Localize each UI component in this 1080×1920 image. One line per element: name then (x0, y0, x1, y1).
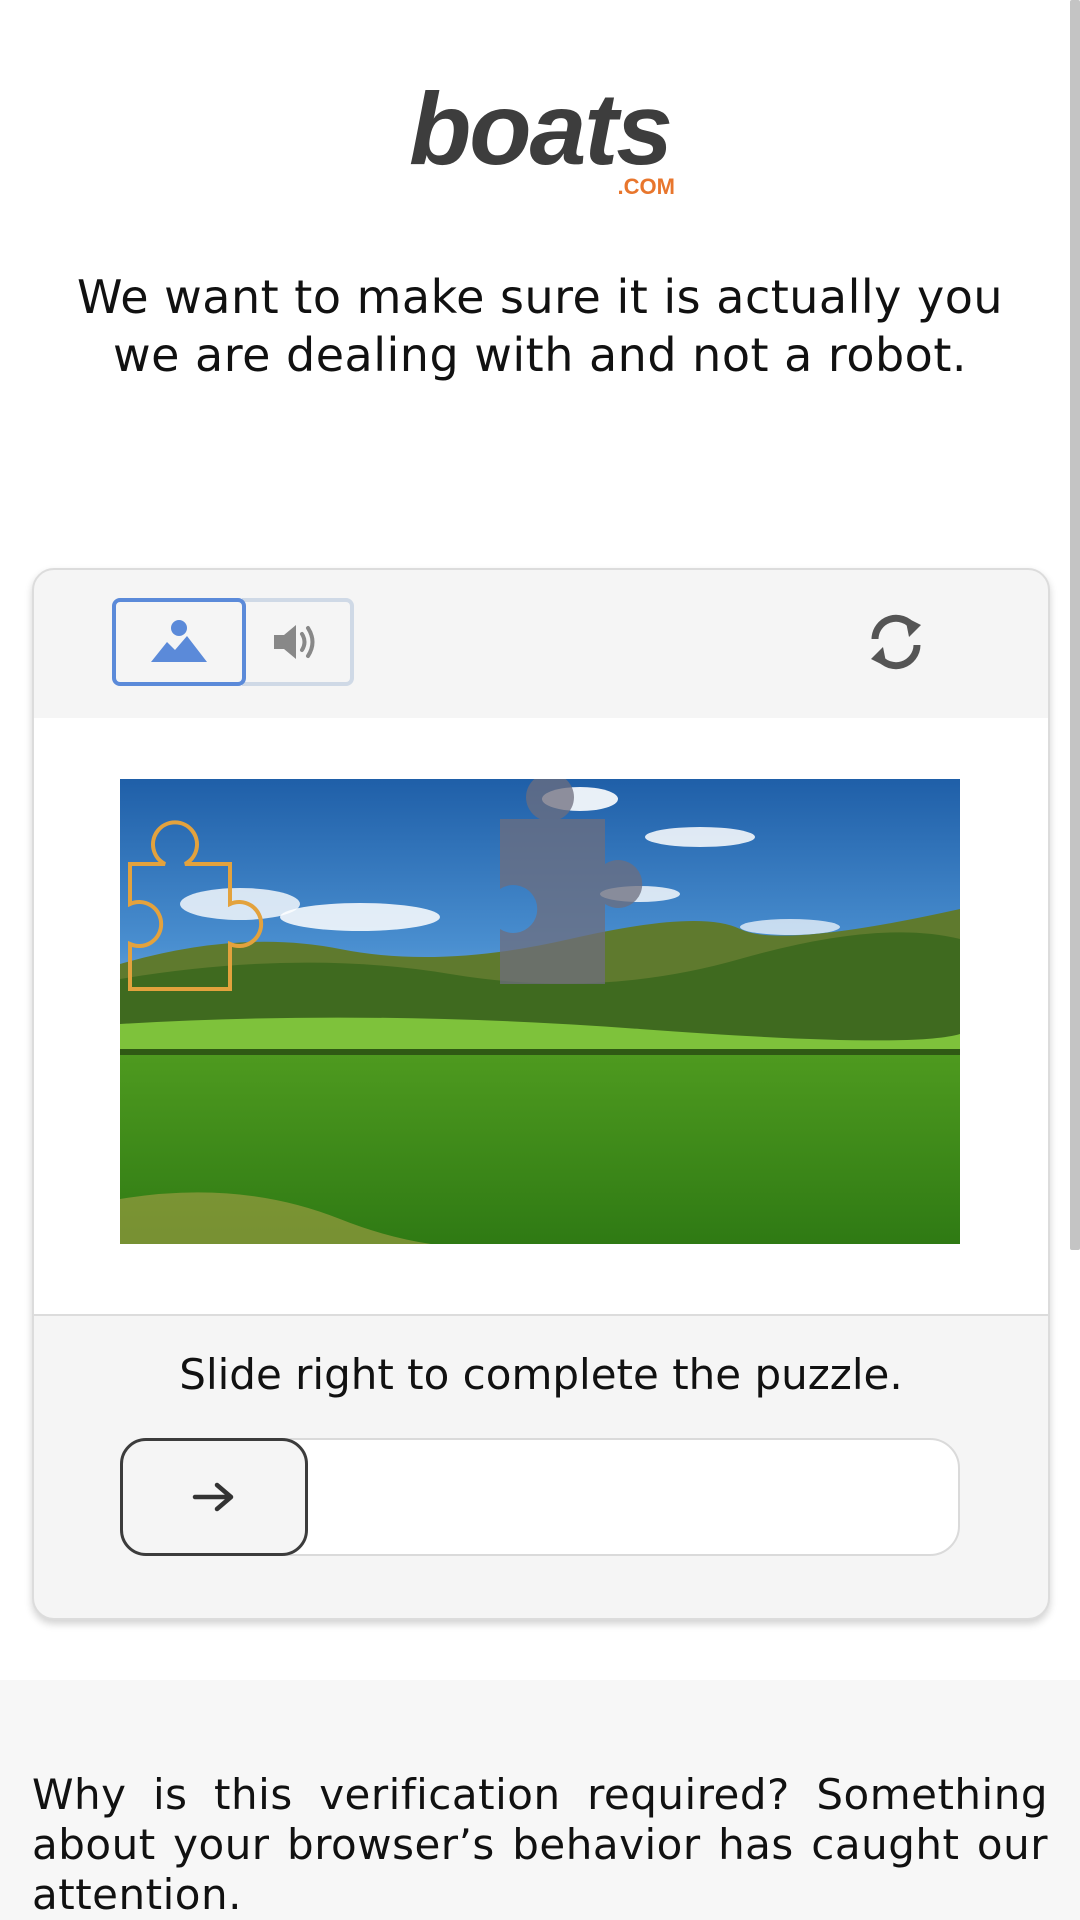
refresh-button[interactable] (856, 602, 936, 682)
slider-instruction: Slide right to complete the puzzle. (179, 1350, 903, 1399)
challenge-mode-switch (112, 598, 390, 686)
image-challenge-button[interactable] (112, 598, 246, 686)
info-section: Why is this verification required? Somet… (0, 1680, 1080, 1920)
page-headline: We want to make sure it is actually you … (76, 270, 1004, 382)
image-icon (151, 620, 207, 662)
logo-suffix: .COM (618, 174, 675, 199)
puzzle-image (120, 779, 960, 1244)
scrollbar[interactable] (1070, 0, 1080, 1250)
refresh-icon (871, 614, 921, 670)
captcha-card: Slide right to complete the puzzle. (32, 568, 1050, 1620)
verification-explanation: Why is this verification required? Somet… (32, 1770, 1048, 1919)
captcha-toolbar (34, 570, 1048, 720)
boats-logo: boats .COM (380, 82, 700, 202)
puzzle-image-area (34, 718, 1048, 1316)
audio-challenge-button[interactable] (242, 598, 354, 686)
slider-handle[interactable] (120, 1438, 308, 1556)
speaker-icon (274, 625, 315, 659)
arrow-right-icon (192, 1482, 234, 1512)
